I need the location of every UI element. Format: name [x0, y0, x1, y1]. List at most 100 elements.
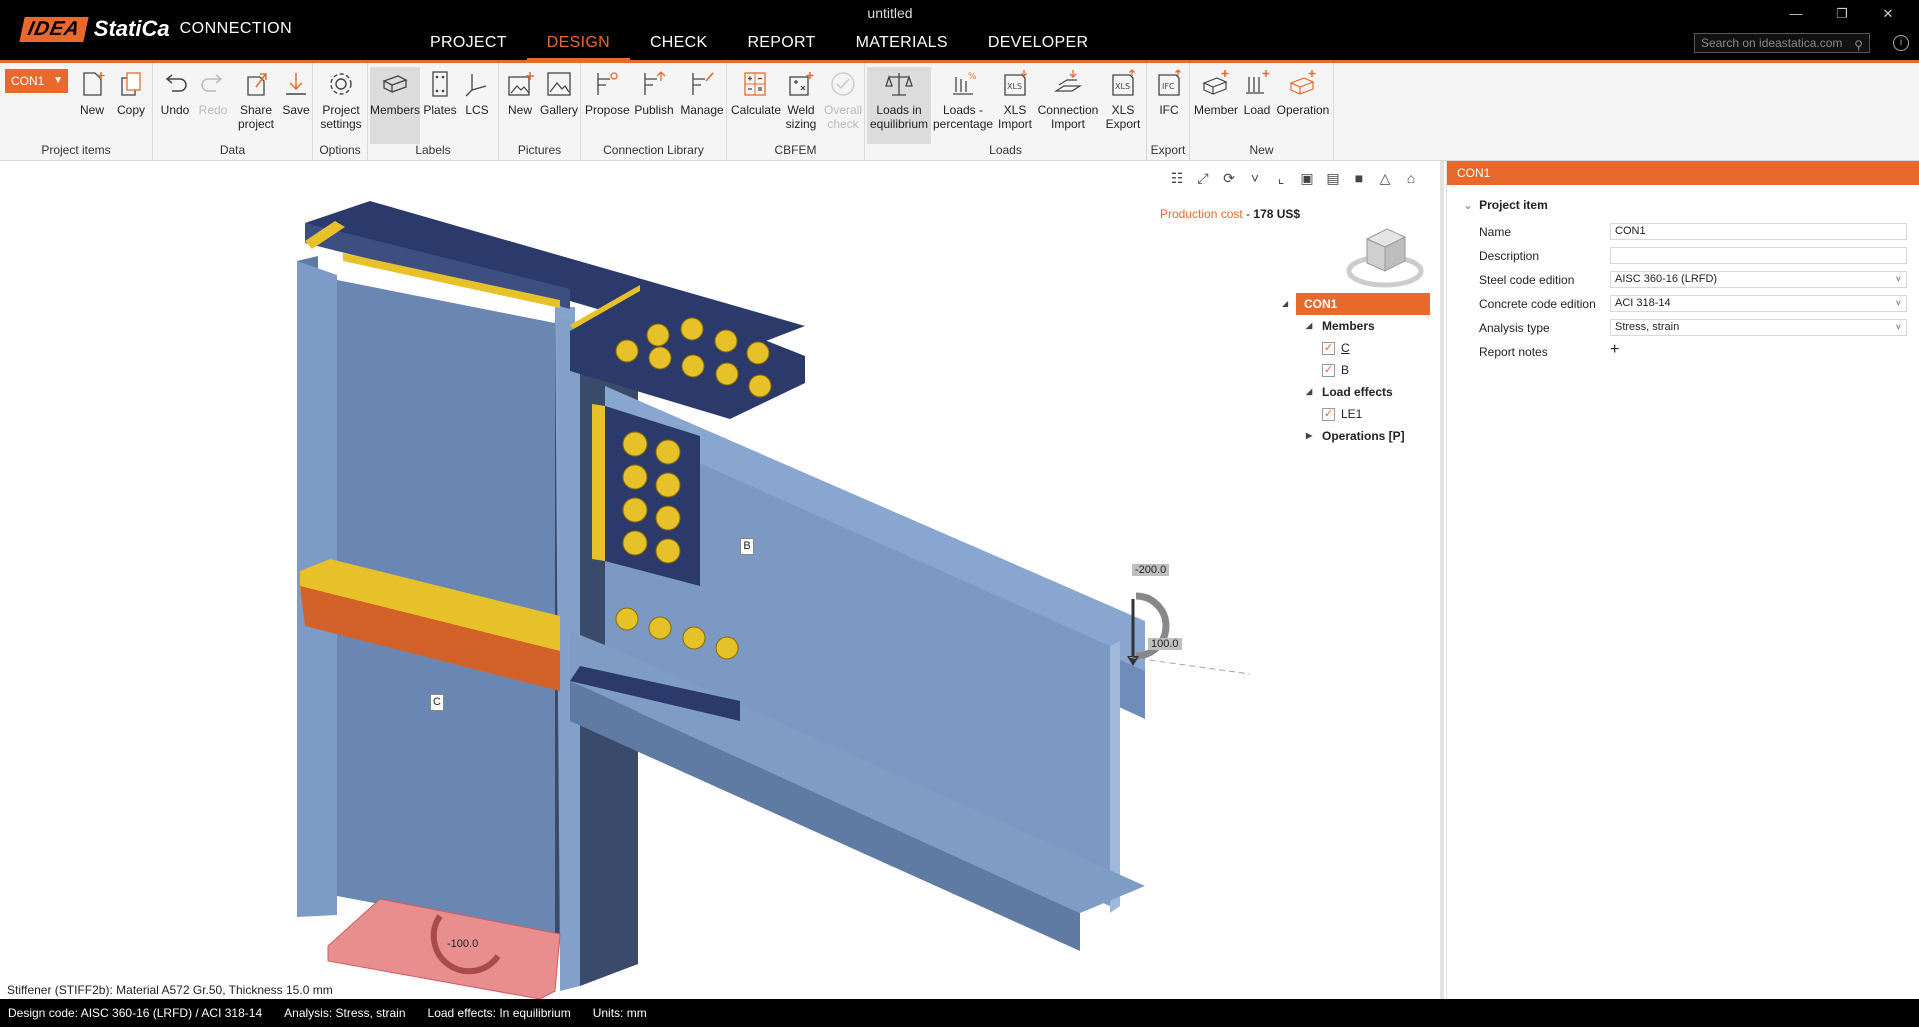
save-label: Save — [282, 103, 310, 117]
info-icon[interactable]: i — [1893, 35, 1909, 51]
manage-button[interactable]: Manage — [679, 67, 725, 117]
collapse-triangle-icon[interactable]: ◢ — [1306, 315, 1312, 337]
redo-button[interactable]: Redo — [195, 67, 231, 117]
loads-percentage-icon: % — [953, 72, 977, 95]
image-add-icon — [508, 72, 534, 96]
load-value-moment: -200.0 — [1132, 564, 1170, 576]
xls-import-button[interactable]: XLS XLS Import — [995, 67, 1035, 131]
redo-icon — [201, 74, 223, 92]
connection-selector[interactable]: CON1 ▼ — [5, 69, 68, 93]
wireframe-icon[interactable]: ▣ — [1298, 169, 1316, 187]
axes-icon — [465, 74, 487, 97]
checkbox-checked-icon[interactable]: ✓ — [1322, 364, 1335, 378]
tab-check[interactable]: CHECK — [630, 32, 728, 61]
new-item-button[interactable]: New — [74, 67, 110, 117]
weld-sizing-button[interactable]: Weld sizing — [781, 67, 821, 131]
new-operation-button[interactable]: Operation — [1274, 67, 1332, 117]
solid-icon[interactable]: ■ — [1350, 169, 1368, 187]
undo-button[interactable]: Undo — [157, 67, 193, 117]
copy-button[interactable]: Copy — [112, 67, 150, 117]
manage-label: Manage — [680, 103, 724, 117]
restore-icon[interactable]: ❐ — [1819, 4, 1865, 24]
connection-import-button[interactable]: Connection Import — [1035, 67, 1101, 131]
share-project-label: Share project — [237, 103, 275, 131]
section-project-item[interactable]: ⌄ Project item — [1463, 198, 1548, 212]
loads-in-equilibrium-button[interactable]: Loads in equilibrium — [867, 67, 931, 144]
collapse-triangle-icon[interactable]: ◢ — [1306, 381, 1312, 403]
concrete-code-select[interactable]: ACI 318-14 ˅ — [1610, 295, 1907, 312]
tab-developer[interactable]: DEVELOPER — [968, 32, 1109, 61]
name-field[interactable]: CON1 — [1610, 223, 1907, 240]
ifc-button[interactable]: IFC IFC — [1150, 67, 1188, 117]
transparent-icon[interactable]: ▤ — [1324, 169, 1342, 187]
new-member-label: Member — [1193, 103, 1238, 117]
new-picture-button[interactable]: New — [502, 67, 538, 117]
overall-check-label: Overall check — [823, 103, 862, 131]
rotate-icon[interactable]: ⟳ — [1220, 169, 1238, 187]
members-labels-button[interactable]: Members — [370, 67, 420, 144]
window-controls: — ❐ ✕ — [1773, 4, 1911, 24]
tree-members[interactable]: ◢ Members — [1290, 315, 1430, 337]
checkbox-checked-icon[interactable]: ✓ — [1322, 408, 1335, 422]
search-input[interactable]: Search on ideastatica.com ⚲ — [1694, 33, 1870, 53]
analysis-type-select[interactable]: Stress, strain ˅ — [1610, 319, 1907, 336]
description-field[interactable] — [1610, 247, 1907, 264]
checkbox-checked-icon[interactable]: ✓ — [1322, 342, 1335, 356]
3d-viewport[interactable]: ☷ ⤢ ⟳ ˅ ⌞ ▣ ▤ ■ △ ⌂ Production cost - 17… — [0, 161, 1444, 999]
group-loads: Loads in equilibrium % Loads - percentag… — [865, 63, 1147, 160]
tab-design[interactable]: DESIGN — [526, 32, 630, 61]
member-label-b[interactable]: B — [740, 538, 754, 555]
expand-triangle-icon[interactable]: ▶ — [1306, 425, 1312, 447]
crop-icon[interactable]: ⌞ — [1272, 169, 1290, 187]
overall-check-button[interactable]: Overall check — [823, 67, 863, 131]
loads-percentage-button[interactable]: % Loads - percentage — [933, 67, 993, 131]
view-cube[interactable] — [1345, 221, 1425, 291]
search-icon[interactable]: ⚲ — [1854, 36, 1863, 54]
minimize-icon[interactable]: — — [1773, 4, 1819, 24]
xls-export-button[interactable]: XLS XLS Export — [1101, 67, 1145, 131]
save-button[interactable]: Save — [279, 67, 313, 117]
group-label-connection-library: Connection Library — [603, 143, 704, 157]
tab-project[interactable]: PROJECT — [410, 32, 527, 61]
tree-load-effects[interactable]: ◢ Load effects — [1290, 381, 1430, 403]
lcs-label: LCS — [465, 103, 489, 117]
share-project-button[interactable]: Share project — [233, 67, 279, 131]
publish-button[interactable]: Publish — [631, 67, 677, 117]
lcs-button[interactable]: LCS — [459, 67, 495, 117]
collapse-triangle-icon[interactable]: ◢ — [1282, 293, 1288, 315]
add-report-note-button[interactable]: + — [1610, 341, 1619, 359]
production-cost: Production cost - 178 US$ — [1160, 207, 1301, 221]
propose-button[interactable]: Propose — [585, 67, 630, 117]
member-label-c[interactable]: C — [430, 694, 444, 711]
tree-operations[interactable]: ▶ Operations [P] — [1290, 425, 1430, 447]
calculate-button[interactable]: Calculate — [731, 67, 781, 117]
tab-report[interactable]: REPORT — [727, 32, 835, 61]
new-member-button[interactable]: Member — [1192, 67, 1240, 117]
connection-3d-model[interactable] — [0, 161, 1440, 999]
shear-tab-plate[interactable] — [605, 406, 700, 586]
group-project-items: CON1 ▼ New Copy Project items — [0, 63, 153, 160]
new-load-button[interactable]: Load — [1240, 67, 1274, 117]
home-view-icon[interactable]: ⌂ — [1402, 169, 1420, 187]
project-settings-button[interactable]: Project settings — [317, 67, 365, 131]
tree-member-c[interactable]: ✓ C — [1290, 337, 1430, 359]
tree-member-b[interactable]: ✓ B — [1290, 359, 1430, 381]
gallery-button[interactable]: Gallery — [539, 67, 579, 117]
chevron-down-icon[interactable]: ˅ — [1246, 169, 1264, 187]
group-options: Project settings Options — [313, 63, 368, 160]
plates-labels-button[interactable]: Plates — [423, 67, 457, 117]
balance-scale-icon — [885, 73, 913, 96]
group-label-pictures: Pictures — [517, 143, 562, 157]
tree-load-effect-le1[interactable]: ✓ LE1 — [1290, 403, 1430, 425]
zoom-extents-icon[interactable]: ⤢ — [1194, 169, 1212, 187]
xls-export-icon: XLS — [1112, 69, 1135, 96]
section-icon[interactable]: △ — [1376, 169, 1394, 187]
measure-icon[interactable]: ☷ — [1168, 169, 1186, 187]
close-icon[interactable]: ✕ — [1865, 4, 1911, 24]
group-label-new: New — [1249, 143, 1274, 157]
tab-materials[interactable]: MATERIALS — [836, 32, 968, 61]
tree-root-con1[interactable]: ◢ CON1 — [1282, 293, 1430, 315]
shear-tab-weld[interactable] — [592, 404, 605, 561]
steel-code-select[interactable]: AISC 360-16 (LRFD) ˅ — [1610, 271, 1907, 288]
chevron-down-icon[interactable]: ⌄ — [1463, 198, 1473, 212]
